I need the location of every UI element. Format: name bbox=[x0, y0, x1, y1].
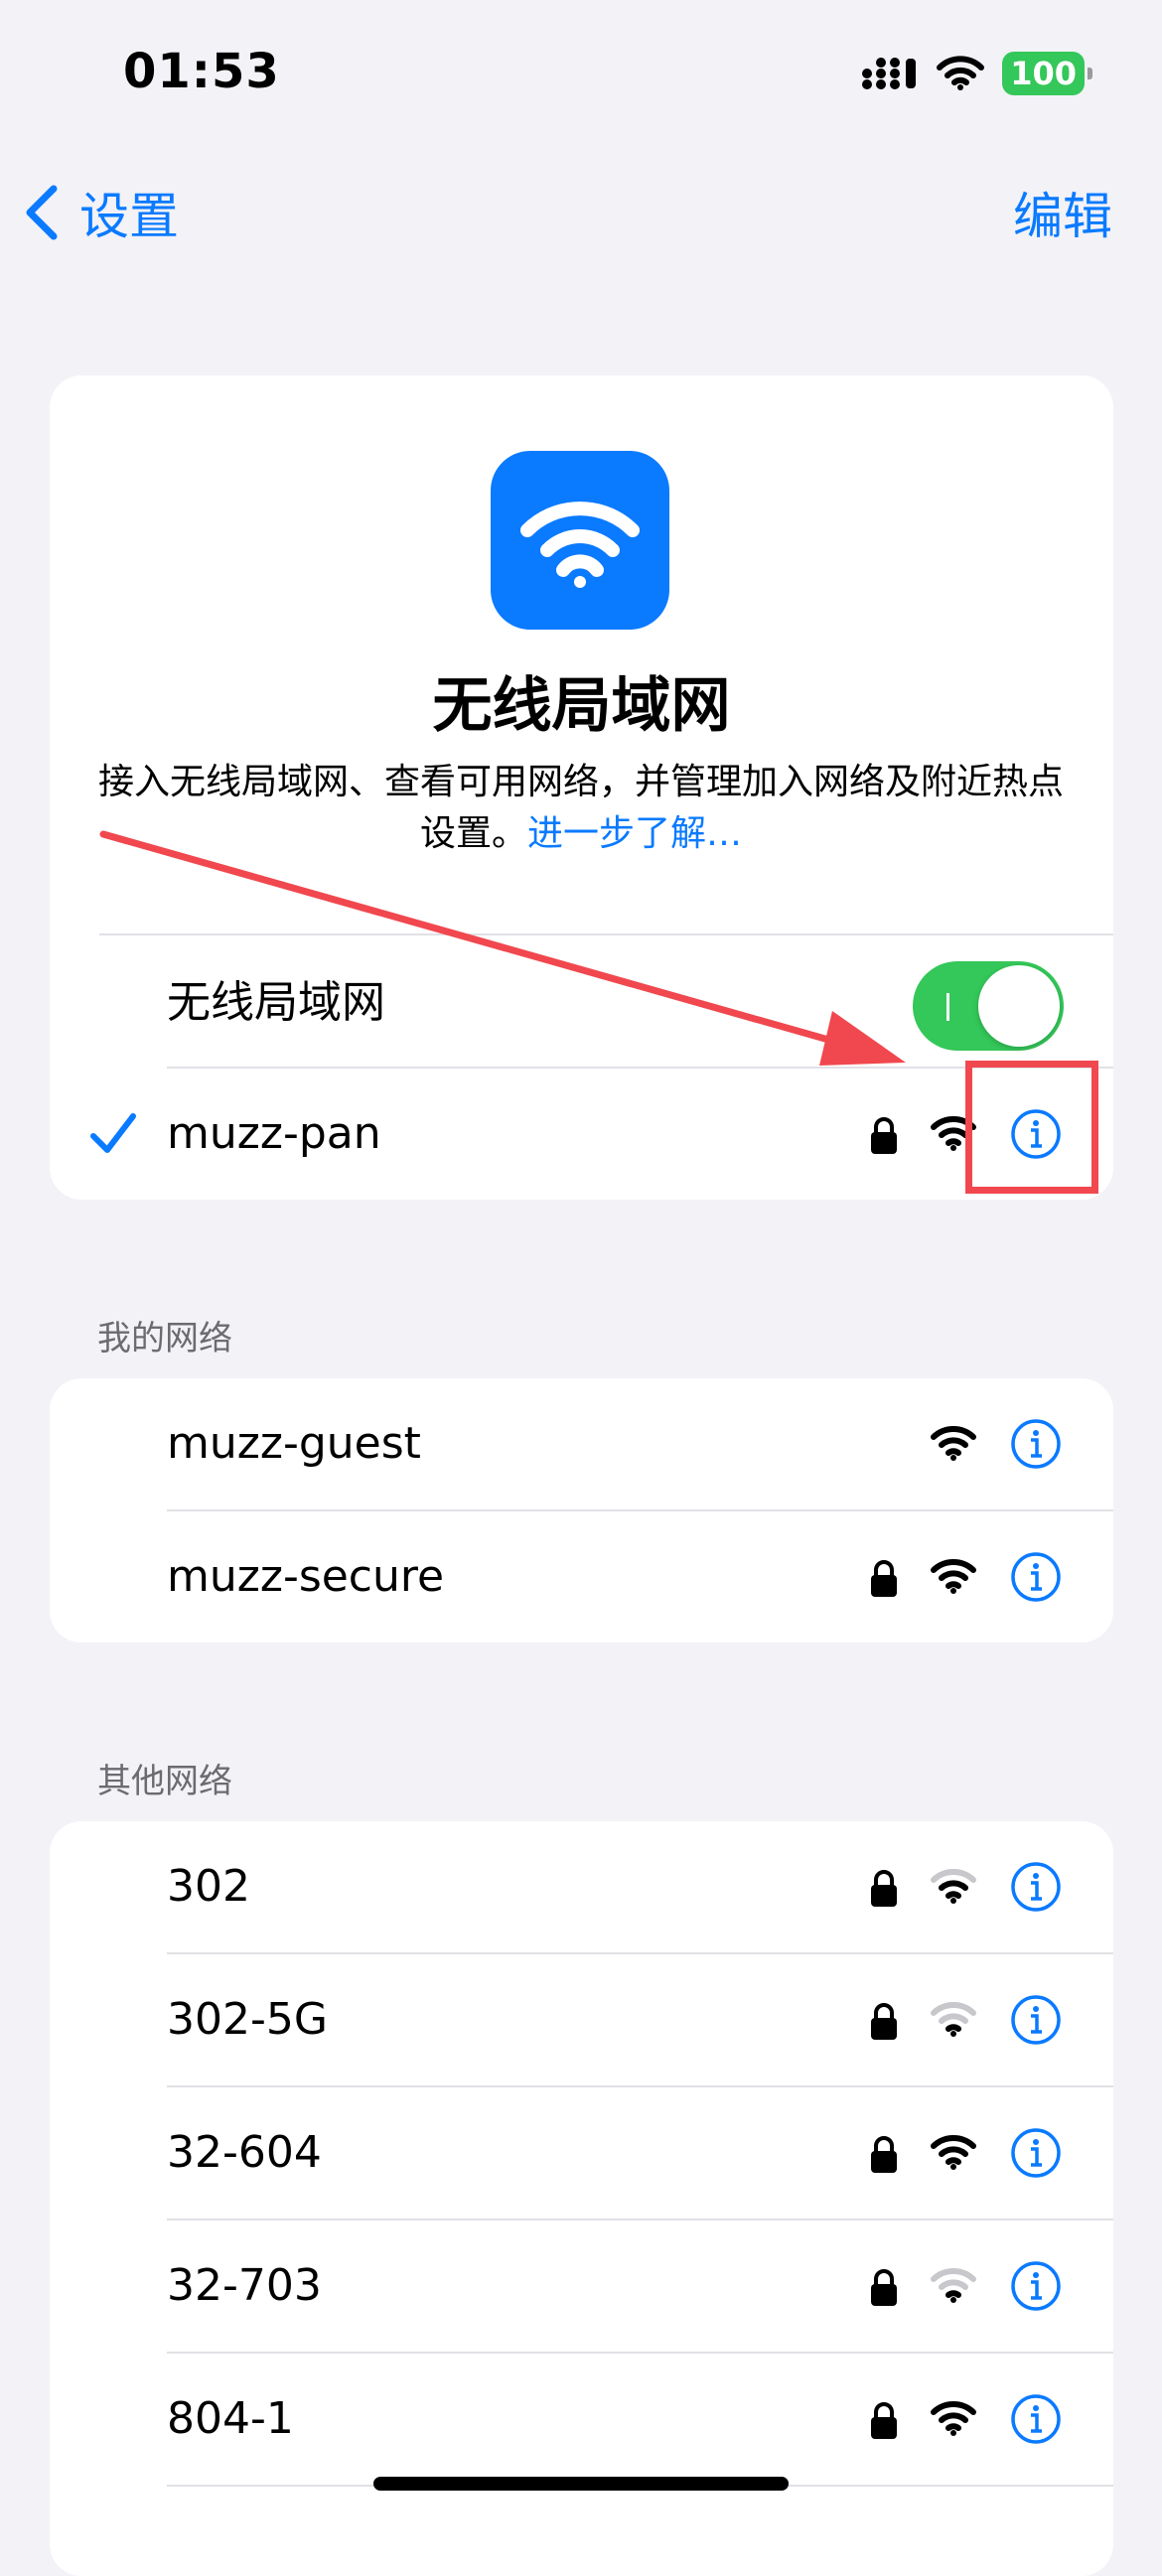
network-name: 32-604 bbox=[167, 2127, 322, 2178]
wifi-signal-icon bbox=[931, 1559, 976, 1594]
lock-icon bbox=[871, 2136, 897, 2173]
wifi-signal-weak-icon bbox=[931, 2002, 976, 2037]
wifi-signal-icon bbox=[931, 2401, 976, 2436]
network-row-32-703[interactable]: 32-703 bbox=[50, 2220, 1113, 2352]
wifi-signal-weak-icon bbox=[931, 2268, 976, 2303]
lock-icon bbox=[871, 2402, 897, 2439]
wifi-signal-icon bbox=[931, 1426, 976, 1461]
network-row-302-5g[interactable]: 302-5G bbox=[50, 1954, 1113, 2085]
info-icon[interactable] bbox=[1010, 2260, 1062, 2312]
info-icon[interactable] bbox=[1010, 1551, 1062, 1603]
info-icon[interactable] bbox=[1010, 2127, 1062, 2179]
network-row-muzz-secure[interactable]: muzz-secure bbox=[50, 1511, 1113, 1643]
info-icon[interactable] bbox=[1010, 1861, 1062, 1913]
lock-icon bbox=[871, 1560, 897, 1597]
wifi-signal-weak-icon bbox=[931, 1869, 976, 1904]
other-networks-card: 302 302-5G 32-604 32-703 804-1 bbox=[50, 1821, 1113, 2576]
home-indicator bbox=[373, 2477, 789, 2491]
other-networks-header: 其他网络 bbox=[97, 1762, 232, 1801]
annotation-arrow bbox=[99, 830, 906, 1066]
network-row-32-604[interactable]: 32-604 bbox=[50, 2087, 1113, 2218]
network-name: 302-5G bbox=[167, 1994, 328, 2045]
network-name: muzz-guest bbox=[167, 1418, 421, 1469]
lock-icon bbox=[871, 2269, 897, 2306]
lock-icon bbox=[871, 2003, 897, 2040]
network-name: 32-703 bbox=[167, 2260, 322, 2311]
network-name: 804-1 bbox=[167, 2393, 294, 2444]
my-networks-card: muzz-guest muzz-secure bbox=[50, 1378, 1113, 1643]
network-name: muzz-secure bbox=[167, 1551, 445, 1602]
network-row-804-1[interactable]: 804-1 bbox=[50, 2354, 1113, 2485]
my-networks-header: 我的网络 bbox=[97, 1319, 232, 1359]
info-icon[interactable] bbox=[1010, 1418, 1062, 1470]
info-icon[interactable] bbox=[1010, 2393, 1062, 2445]
wifi-signal-icon bbox=[931, 2135, 976, 2170]
network-row-muzz-guest[interactable]: muzz-guest bbox=[50, 1378, 1113, 1509]
annotation-highlight-box bbox=[965, 1061, 1098, 1194]
network-row-302[interactable]: 302 bbox=[50, 1821, 1113, 1952]
info-icon[interactable] bbox=[1010, 1994, 1062, 2046]
lock-icon bbox=[871, 1870, 897, 1907]
network-name: 302 bbox=[167, 1861, 250, 1912]
